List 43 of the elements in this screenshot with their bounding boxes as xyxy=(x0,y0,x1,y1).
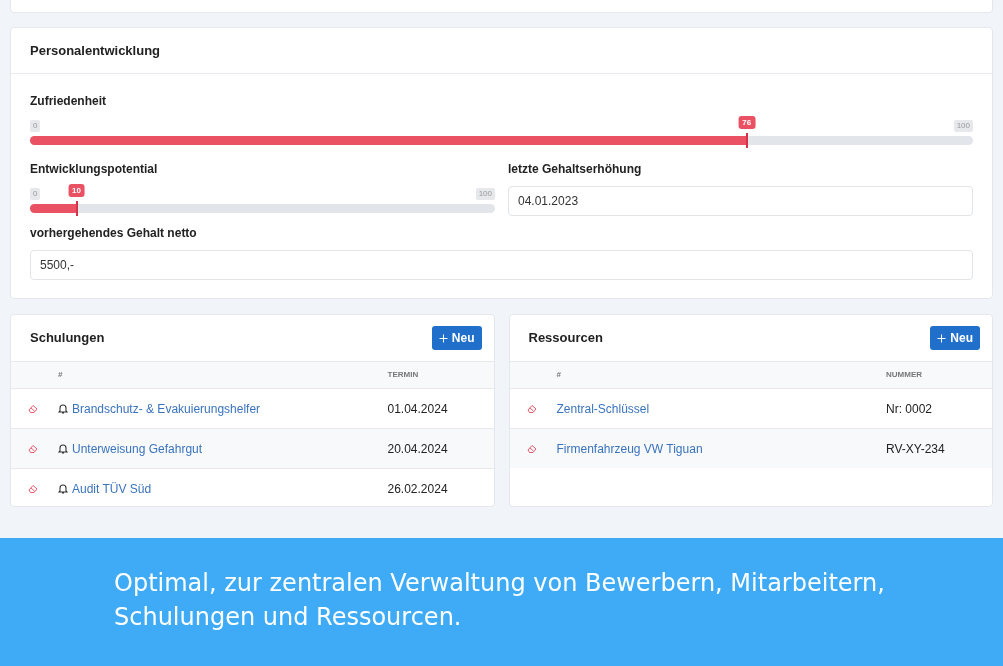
column-header: # xyxy=(58,369,63,381)
field-label: Zufriedenheit xyxy=(30,93,106,110)
card-title: Schulungen xyxy=(30,329,105,348)
slider-thumb[interactable] xyxy=(75,201,78,216)
value-tooltip: 76 xyxy=(738,116,756,129)
slider-track[interactable] xyxy=(30,136,973,145)
item-link[interactable]: Audit TÜV Süd xyxy=(72,479,152,498)
field-label: letzte Gehaltserhöhung xyxy=(508,161,642,178)
table-cell: RV-XY-234 xyxy=(886,441,945,456)
eraser-icon[interactable] xyxy=(28,444,38,453)
max-label: 100 xyxy=(475,188,495,200)
column-header: NUMMER xyxy=(886,370,922,379)
eraser-icon[interactable] xyxy=(526,444,537,453)
new-button[interactable]: Neu xyxy=(930,326,980,350)
plus-icon xyxy=(438,333,448,343)
field-label: vorhergehendes Gehalt netto xyxy=(30,225,197,242)
input-field[interactable]: 5500,- xyxy=(30,250,973,280)
new-button[interactable]: Neu xyxy=(431,326,482,350)
column-header: TERMIN xyxy=(387,370,419,379)
max-label: 100 xyxy=(953,120,973,132)
min-label: 0 xyxy=(30,120,41,132)
item-link[interactable]: Brandschutz- & Evakuierungshelfer xyxy=(72,399,261,418)
item-link[interactable]: Zentral-Schlüssel xyxy=(556,399,650,418)
table-cell: Nr: 0002 xyxy=(886,401,933,416)
min-label: 0 xyxy=(30,188,41,200)
table-cell: 01.04.2024 xyxy=(387,401,448,416)
eraser-icon[interactable] xyxy=(28,484,38,493)
table-cell: 20.04.2024 xyxy=(387,441,448,456)
item-link[interactable]: Firmenfahrzeug VW Tiguan xyxy=(556,439,703,458)
field-label: Entwicklungspotential xyxy=(30,161,158,178)
table-cell: 26.02.2024 xyxy=(387,481,448,496)
slider-thumb[interactable] xyxy=(745,133,748,148)
eraser-icon[interactable] xyxy=(526,404,537,413)
banner-text: Optimal, zur zentralen Verwaltung von Bewerbern, Mitarbeitern, Schulungen und Ressourcen. xyxy=(114,569,885,631)
slider-track[interactable] xyxy=(30,204,495,213)
card-title: Ressourcen xyxy=(528,329,603,348)
eraser-icon[interactable] xyxy=(28,404,38,413)
item-link[interactable]: Unterweisung Gefahrgut xyxy=(72,439,203,458)
card-title: Personalentwicklung xyxy=(30,41,161,60)
input-field[interactable]: 04.01.2023 xyxy=(508,186,973,216)
value-tooltip: 10 xyxy=(68,184,85,197)
column-header: # xyxy=(556,369,561,381)
plus-icon xyxy=(937,333,947,343)
